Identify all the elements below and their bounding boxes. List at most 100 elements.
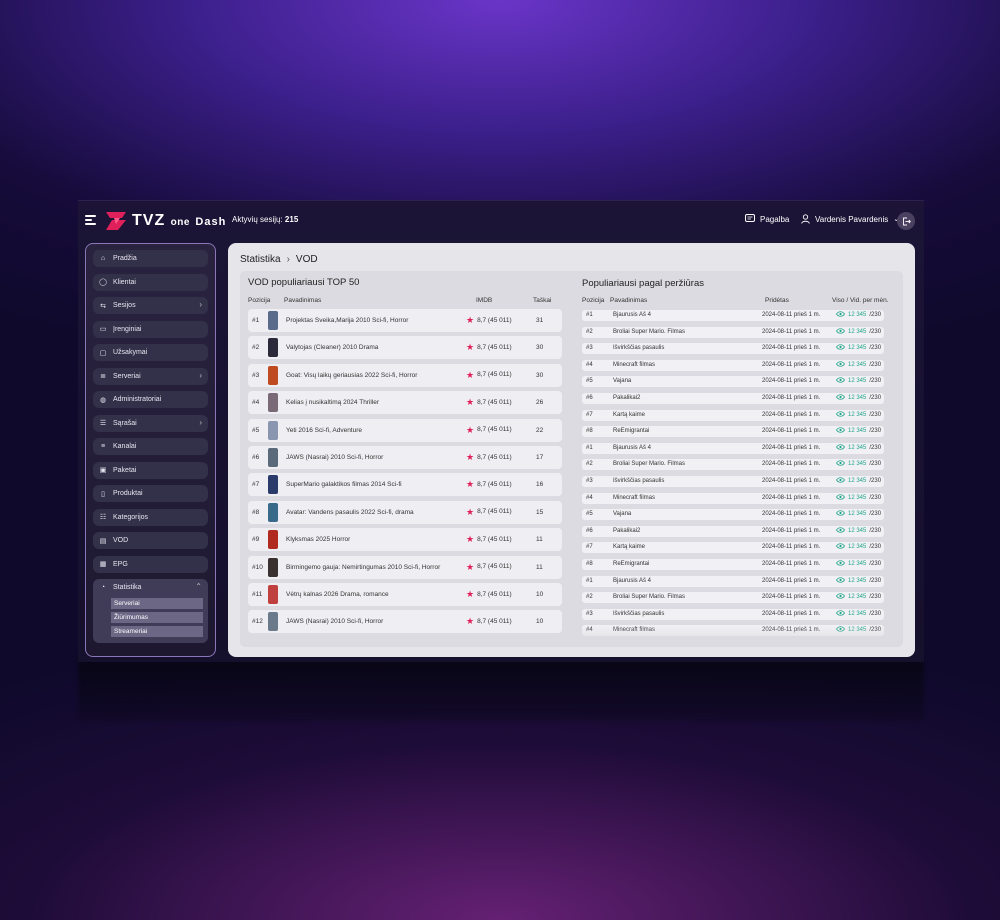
views-avg: /230: [869, 345, 882, 352]
sidebar-item[interactable]: ☰ Sąrašai ›: [93, 414, 208, 432]
row-title: Goat: Visų laikų geriausias 2022 Sci-fi,…: [286, 371, 418, 379]
row-imdb: ★ 8,7 (45 011): [466, 590, 512, 599]
row-added: 2024-08-11 prieš 1 m.: [762, 345, 821, 352]
popular-table-row[interactable]: #1 Bjaurusis Aš 4 2024-08-11 prieš 1 m. 12 …: [582, 310, 884, 321]
imdb-value: 8,7 (45 011): [477, 617, 512, 625]
vod-table-row[interactable]: #11 Vėtrų kalnas 2026 Drama, romance ★ 8,7 …: [248, 583, 562, 606]
sidebar: ⌂ Pradžia ◯ Klientai ⇆ Sesijos › ▭ Įrenginiai ▢ Už…: [85, 243, 216, 657]
row-imdb: ★ 8,7 (45 011): [466, 316, 512, 325]
popular-table-row[interactable]: #2 Broliai Super Mario. Filmas 2024-08-11 …: [582, 592, 884, 604]
vod-table-row[interactable]: #5 Yeti 2016 Sci-fi, Adventure ★ 8,7 (45 01…: [248, 418, 562, 442]
movie-poster: [268, 475, 278, 495]
sidebar-item[interactable]: ▯ Produktai: [93, 485, 208, 502]
sidebar-item[interactable]: ⌂ Pradžia: [93, 250, 208, 267]
views-avg: /230: [869, 328, 882, 335]
arrows-icon: ⇆: [100, 302, 106, 310]
popular-table-row[interactable]: #7 Kartą kaime 2024-08-11 prieš 1 m. 12 345…: [582, 409, 884, 421]
sidebar-item[interactable]: ≡ Kanalai: [93, 438, 208, 455]
popular-table-row[interactable]: #8 ReEmigrantai 2024-08-11 prieš 1 m. 12 34…: [582, 559, 884, 570]
channels-icon: ≡: [100, 443, 106, 450]
eye-icon: [836, 560, 845, 568]
views-total: 12 345: [848, 411, 867, 418]
submenu-item[interactable]: Streameriai: [111, 626, 203, 637]
sidebar-item[interactable]: ▦ EPG: [93, 555, 208, 573]
vod-table-row[interactable]: #6 JAWS (Nasrai) 2010 Sci-fi, Horror ★ 8,7 …: [248, 446, 562, 469]
sidebar-item[interactable]: ▭ Įrenginiai: [93, 320, 208, 338]
popular-table-row[interactable]: #5 Vajana 2024-08-11 prieš 1 m. 12 345/230: [582, 376, 884, 388]
views-total: 12 345: [848, 594, 867, 601]
popular-table-row[interactable]: #4 Minecraft filmas 2024-08-11 prieš 1 m. 1…: [582, 492, 884, 504]
row-imdb: ★ 8,7 (45 011): [466, 453, 512, 462]
logout-button[interactable]: [897, 212, 915, 230]
active-sessions: Aktyvių sesijų: 215: [232, 215, 299, 224]
sidebar-item[interactable]: ◯ Klientai: [93, 273, 208, 291]
vod-table-row[interactable]: #3 Goat: Visų laikų geriausias 2022 Sci-f…: [248, 363, 562, 387]
eye-icon: [836, 510, 845, 518]
popular-table-row[interactable]: #2 Broliai Super Mario. Filmas 2024-08-11 …: [582, 326, 884, 338]
row-position: #3: [586, 610, 593, 617]
eye-icon: [836, 361, 845, 369]
sidebar-item-label: Paketai: [113, 466, 137, 474]
breadcrumb-root[interactable]: Statistika: [240, 254, 281, 265]
imdb-value: 8,7 (45 011): [477, 535, 512, 543]
chat-icon: [745, 214, 755, 222]
popular-table-row[interactable]: #3 Išvirkščias pasaulis 2024-08-11 prieš 1…: [582, 476, 884, 487]
row-title: ReEmigrantai: [613, 561, 650, 567]
movie-poster: [268, 557, 278, 577]
popular-table-row[interactable]: #6 Pakalikai2 2024-08-11 prieš 1 m. 12 345/…: [582, 393, 884, 404]
sidebar-item[interactable]: ▢ Užsakymai: [93, 344, 208, 361]
row-added: 2024-08-11 prieš 1 m.: [762, 361, 821, 368]
list-icon: ☰: [99, 420, 107, 427]
vod-table-row[interactable]: #8 Avatar: Vandens pasaulis 2022 Sci-fi, …: [248, 500, 562, 524]
row-title: Vajana: [613, 511, 632, 518]
help-link[interactable]: Pagalba: [745, 214, 789, 224]
sidebar-item[interactable]: ▣ Paketai: [93, 461, 208, 479]
popular-table-row[interactable]: #5 Vajana 2024-08-11 prieš 1 m. 12 345/230: [582, 509, 884, 521]
imdb-value: 8,7 (45 011): [477, 343, 512, 351]
submenu-item[interactable]: Žiūrimumas: [111, 612, 203, 623]
popular-table-row[interactable]: #3 Išvirkščias pasaulis 2024-08-11 prieš 1…: [582, 608, 884, 620]
sidebar-item[interactable]: ☷ Kategorijos: [93, 508, 208, 526]
vod-table-row[interactable]: #4 Kelias į nusikaltimą 2024 Thriller ★ 8,7…: [248, 391, 562, 415]
views-avg: /230: [869, 610, 882, 617]
vod-table-row[interactable]: #10 Birmingemo gauja: Nemirtingumas 2010 …: [248, 555, 562, 579]
row-added: 2024-08-11 prieš 1 m.: [762, 312, 821, 318]
sidebar-item[interactable]: ≣ Serveriai ›: [93, 367, 208, 385]
eye-icon: [836, 477, 845, 485]
sidebar-item[interactable]: ▤ VOD: [93, 532, 208, 549]
popular-table-row[interactable]: #6 Pakalikai2 2024-08-11 prieš 1 m. 12 345/…: [582, 525, 884, 537]
epg-icon: ▦: [99, 561, 107, 568]
vod-table-row[interactable]: #2 Valytojas (Cleaner) 2010 Drama ★ 8,7 (45…: [248, 336, 562, 360]
user-menu[interactable]: Vardenis Pavardenis ⌄: [801, 214, 899, 224]
row-position: #1: [586, 577, 593, 584]
main-panel: Statistika › VOD VOD populiariausi TOP 5…: [228, 243, 915, 657]
popular-table-row[interactable]: #1 Bjaurusis Aš 4 2024-08-11 prieš 1 m. 12 …: [582, 442, 884, 454]
vod-table-row[interactable]: #1 Projektas Sveika,Marija 2010 Sci-fi, H…: [248, 309, 562, 332]
sidebar-item[interactable]: ◍ Administratoriai: [93, 391, 208, 408]
movie-poster: [268, 448, 278, 467]
sidebar-item-label: Įrenginiai: [113, 325, 142, 333]
popular-table-row[interactable]: #7 Kartą kaime 2024-08-11 prieš 1 m. 12 345…: [582, 542, 884, 554]
movie-poster: [268, 530, 278, 550]
row-position: #2: [252, 344, 260, 352]
popular-table-row[interactable]: #2 Broliai Super Mario. Filmas 2024-08-11 …: [582, 459, 884, 471]
menu-icon[interactable]: [85, 215, 96, 226]
views-total: 12 345: [848, 345, 867, 352]
vod-table-row[interactable]: #9 Klyksmas 2025 Horror ★ 8,7 (45 011) 11: [248, 528, 562, 552]
devices-icon: ▭: [99, 326, 107, 333]
sidebar-item-label: Kanalai: [113, 443, 137, 450]
vod-table-row[interactable]: #12 JAWS (Nasrai) 2010 Sci-fi, Horror ★ 8,7…: [248, 610, 562, 634]
row-title: SuperMario galaktikos filmas 2014 Sci-fi: [286, 481, 402, 489]
views-total: 12 345: [848, 577, 867, 584]
col-pop-name: Pavadinimas: [610, 297, 648, 304]
vod-table-row[interactable]: #7 SuperMario galaktikos filmas 2014 Sci-…: [248, 473, 562, 497]
sidebar-item-statistika[interactable]: ◔ Statistika ⌃: [93, 579, 208, 596]
popular-table-row[interactable]: #3 Išvirkščias pasaulis 2024-08-11 prieš 1…: [582, 343, 884, 355]
popular-table-row[interactable]: #8 ReEmigrantai 2024-08-11 prieš 1 m. 12 34…: [582, 426, 884, 438]
sidebar-item[interactable]: ⇆ Sesijos ›: [93, 297, 208, 314]
views-total: 12 345: [848, 312, 867, 318]
submenu-item[interactable]: Serveriai: [111, 598, 203, 609]
popular-table-row[interactable]: #1 Bjaurusis Aš 4 2024-08-11 prieš 1 m. 12 …: [582, 575, 884, 587]
row-views: 12 345/230: [836, 444, 881, 452]
popular-table-row[interactable]: #4 Minecraft filmas 2024-08-11 prieš 1 m. 1…: [582, 359, 884, 371]
